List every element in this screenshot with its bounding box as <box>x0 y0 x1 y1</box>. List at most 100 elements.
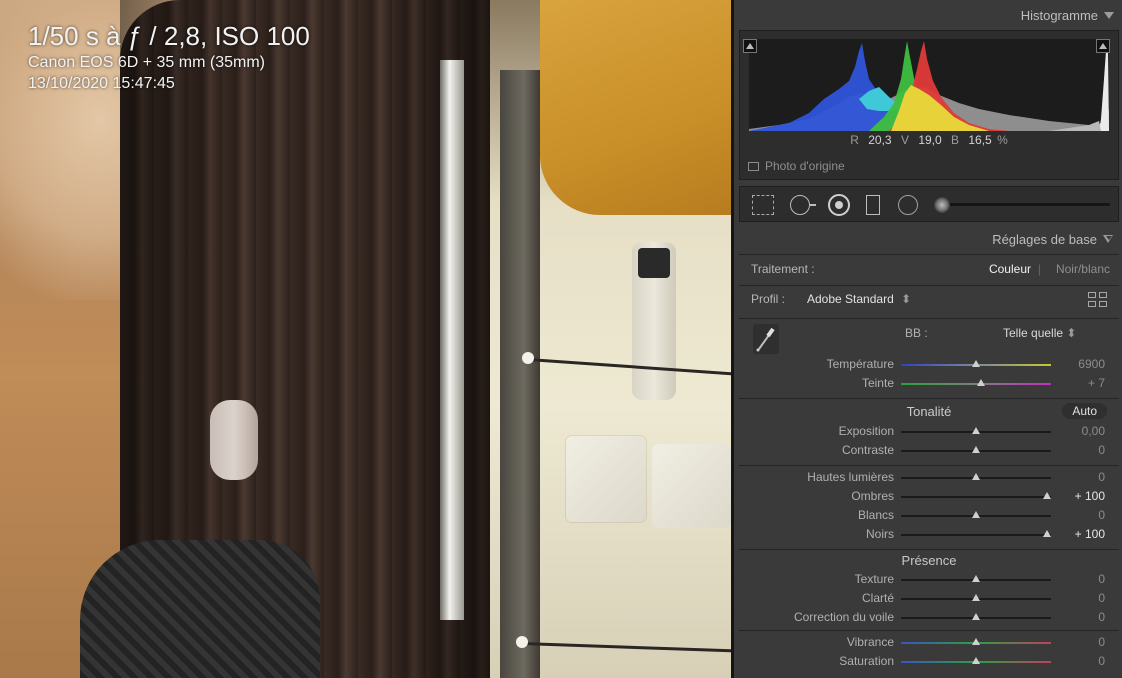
slider-value[interactable]: 0 <box>1055 635 1105 649</box>
slider-label: Température <box>826 357 894 371</box>
slider-track[interactable] <box>901 427 1051 434</box>
slider-thumb[interactable] <box>976 379 985 386</box>
slider-track[interactable] <box>901 473 1051 480</box>
crop-icon[interactable] <box>752 195 774 215</box>
slider-label: Teinte <box>861 376 894 390</box>
slider-thumb[interactable] <box>972 575 980 582</box>
original-photo-label: Photo d'origine <box>765 159 845 173</box>
slider-track[interactable] <box>901 594 1051 601</box>
divider <box>739 630 1119 631</box>
slider-thumb[interactable] <box>972 360 980 367</box>
slider-value[interactable]: + 100 <box>1055 489 1105 503</box>
slider-value[interactable]: 0,00 <box>1055 424 1105 438</box>
slider-value[interactable]: 0 <box>1055 591 1105 605</box>
collapse-triangle-icon[interactable] <box>1104 12 1114 19</box>
histogram-graph[interactable] <box>749 39 1109 131</box>
slider-label: Contraste <box>841 443 894 457</box>
photo-preview[interactable]: 1/50 s à ƒ / 2,8, ISO 100 Canon EOS 6D +… <box>0 0 731 678</box>
highlight-clipping-icon[interactable] <box>1096 39 1110 53</box>
updown-chevron-icon: ⬍ <box>901 292 912 306</box>
slider-track[interactable] <box>901 360 1051 367</box>
wb-row: BB : Telle quelle ⬍ <box>739 324 1119 354</box>
wb-select[interactable]: Telle quelle ⬍ <box>1003 326 1076 340</box>
slider-thumb[interactable] <box>972 446 980 453</box>
spot-removal-icon[interactable] <box>790 195 816 215</box>
photo-clip <box>210 400 258 480</box>
histogram-header[interactable]: Histogramme <box>1021 8 1114 23</box>
histogram-readout: R 20,3 V 19,0 B 16,5 % <box>740 133 1118 147</box>
shadow-clipping-icon[interactable] <box>743 39 757 53</box>
red-eye-icon[interactable] <box>828 194 850 216</box>
slider-value[interactable]: 0 <box>1055 508 1105 522</box>
slider-track[interactable] <box>901 613 1051 620</box>
slider-value[interactable]: 0 <box>1055 654 1105 668</box>
divider <box>739 549 1119 550</box>
slider-label: Blancs <box>857 508 894 522</box>
slider-track[interactable] <box>901 379 1051 386</box>
g-value: 19,0 <box>918 133 942 147</box>
slider-track[interactable] <box>901 492 1051 499</box>
divider <box>739 398 1119 399</box>
slider-label: Exposition <box>838 424 894 438</box>
slider-value[interactable]: 0 <box>1055 470 1105 484</box>
slider-label: Clarté <box>861 591 894 605</box>
slider-track[interactable] <box>901 511 1051 518</box>
slider-thumb[interactable] <box>972 594 980 601</box>
slider-value[interactable]: 6900 <box>1055 357 1105 371</box>
slider-thumb[interactable] <box>972 638 980 645</box>
brush-icon[interactable] <box>934 197 950 213</box>
r-value: 20,3 <box>868 133 892 147</box>
treatment-separator: | <box>1037 262 1041 276</box>
slider-track[interactable] <box>901 575 1051 582</box>
slider-thumb[interactable] <box>972 613 980 620</box>
slider-value[interactable]: 0 <box>1055 572 1105 586</box>
slider-track[interactable] <box>901 446 1051 453</box>
profile-value: Adobe Standard <box>807 292 894 306</box>
basic-title: Réglages de base <box>992 232 1097 247</box>
slider-thumb[interactable] <box>972 473 980 480</box>
collapse-triangle-icon[interactable] <box>1103 235 1114 244</box>
slider-value[interactable]: + 7 <box>1055 376 1105 390</box>
profile-label: Profil : <box>751 292 786 306</box>
exif-date: 13/10/2020 15:47:45 <box>28 75 175 92</box>
updown-chevron-icon: ⬍ <box>1066 326 1077 340</box>
photo-wire-end <box>516 636 528 648</box>
photo-info-overlay: 1/50 s à ƒ / 2,8, ISO 100 Canon EOS 6D +… <box>28 20 310 94</box>
histogram-title: Histogramme <box>1020 8 1098 23</box>
divider <box>739 465 1119 466</box>
slider-value[interactable]: + 100 <box>1055 527 1105 541</box>
radial-filter-icon[interactable] <box>898 195 918 215</box>
photo-switch-2 <box>652 444 731 528</box>
slider-thumb[interactable] <box>1042 530 1051 537</box>
divider <box>739 285 1119 286</box>
treatment-color-button[interactable]: Couleur <box>989 262 1031 276</box>
slider-label: Correction du voile <box>793 610 894 624</box>
auto-tone-button[interactable]: Auto <box>1062 403 1107 419</box>
brush-slider-track[interactable] <box>936 203 1110 206</box>
slider-track[interactable] <box>901 638 1051 645</box>
b-label: B <box>951 133 960 147</box>
slider-thumb[interactable] <box>972 657 980 664</box>
wb-value: Telle quelle <box>1003 326 1064 340</box>
presence-title: Présence <box>901 553 957 568</box>
r-label: R <box>850 133 859 147</box>
slider-value[interactable]: 0 <box>1055 610 1105 624</box>
profile-browser-grid-icon[interactable] <box>1088 292 1107 307</box>
slider-thumb[interactable] <box>972 511 980 518</box>
photo-frame <box>500 70 540 678</box>
slider-track[interactable] <box>901 530 1051 537</box>
basic-header[interactable]: Réglages de base <box>992 232 1114 247</box>
wb-label: BB : <box>905 326 928 340</box>
graduated-filter-icon[interactable] <box>866 195 880 215</box>
checkbox-icon[interactable] <box>748 161 759 171</box>
slider-thumb[interactable] <box>1042 492 1051 499</box>
slider-value[interactable]: 0 <box>1055 443 1105 457</box>
profile-select[interactable]: Adobe Standard ⬍ <box>807 292 911 306</box>
original-photo-toggle[interactable]: Photo d'origine <box>748 159 845 173</box>
slider-label: Texture <box>854 572 894 586</box>
slider-track[interactable] <box>901 657 1051 664</box>
treatment-bw-button[interactable]: Noir/blanc <box>1056 262 1110 276</box>
eyedropper-icon[interactable] <box>753 324 779 354</box>
slider-thumb[interactable] <box>972 427 980 434</box>
exif-exposure: 1/50 s à ƒ / 2,8, ISO 100 <box>28 21 310 51</box>
